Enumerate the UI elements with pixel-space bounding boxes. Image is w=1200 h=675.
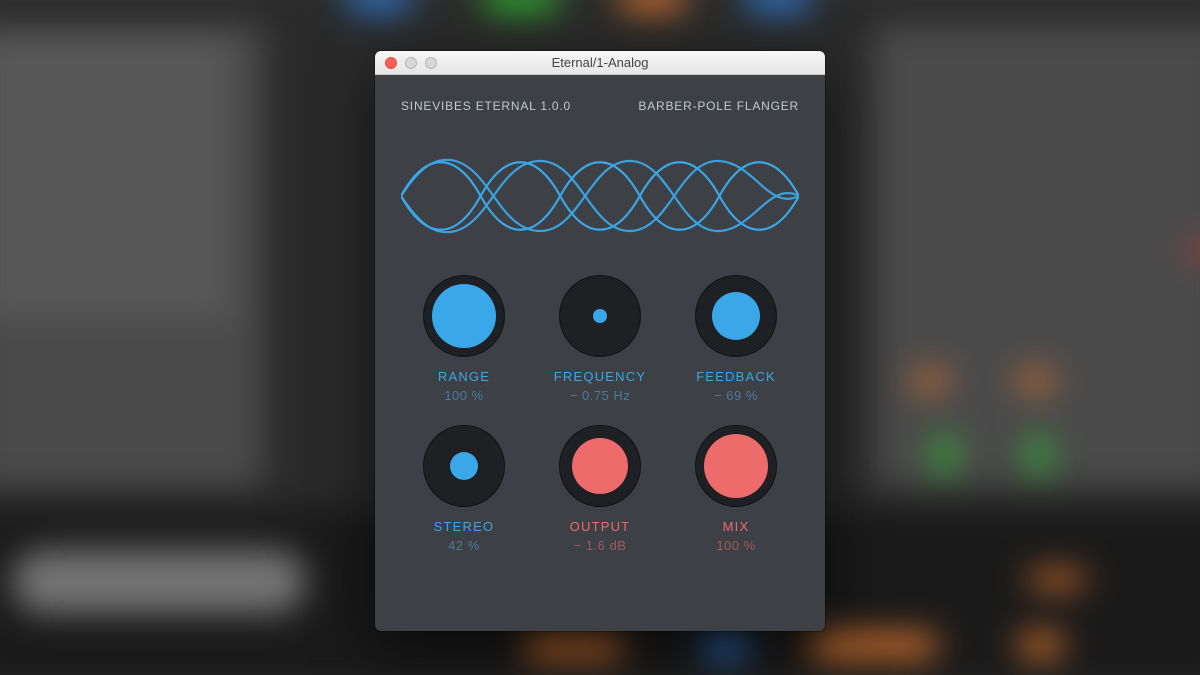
- range-knob[interactable]: [423, 275, 505, 357]
- range-label: RANGE: [438, 369, 490, 384]
- plugin-window: Eternal/1-Analog SINEVIBES ETERNAL 1.0.0…: [375, 51, 825, 631]
- output-knob[interactable]: [559, 425, 641, 507]
- knob-feedback: FEEDBACK − 69 %: [676, 275, 796, 403]
- frequency-value: − 0.75 Hz: [570, 388, 631, 403]
- waveform-display: [401, 141, 799, 251]
- knob-range: RANGE 100 %: [404, 275, 524, 403]
- output-label: OUTPUT: [570, 519, 631, 534]
- stereo-label: STEREO: [434, 519, 495, 534]
- mix-knob[interactable]: [695, 425, 777, 507]
- knob-stereo: STEREO 42 %: [404, 425, 524, 553]
- window-traffic-lights: [375, 57, 437, 69]
- stereo-knob[interactable]: [423, 425, 505, 507]
- knob-output: OUTPUT − 1.6 dB: [540, 425, 660, 553]
- stereo-value: 42 %: [448, 538, 480, 553]
- maximize-icon[interactable]: [425, 57, 437, 69]
- window-title: Eternal/1-Analog: [375, 55, 825, 70]
- knob-frequency: FREQUENCY − 0.75 Hz: [540, 275, 660, 403]
- knob-grid: RANGE 100 % FREQUENCY − 0.75 Hz FEEDBACK…: [401, 275, 799, 553]
- knob-mix: MIX 100 %: [676, 425, 796, 553]
- product-name: SINEVIBES ETERNAL 1.0.0: [401, 99, 571, 113]
- output-value: − 1.6 dB: [574, 538, 627, 553]
- plugin-header: SINEVIBES ETERNAL 1.0.0 BARBER-POLE FLAN…: [401, 99, 799, 113]
- frequency-label: FREQUENCY: [554, 369, 646, 384]
- feedback-value: − 69 %: [714, 388, 758, 403]
- close-icon[interactable]: [385, 57, 397, 69]
- feedback-label: FEEDBACK: [696, 369, 776, 384]
- feedback-knob[interactable]: [695, 275, 777, 357]
- mix-value: 100 %: [716, 538, 755, 553]
- window-titlebar[interactable]: Eternal/1-Analog: [375, 51, 825, 75]
- minimize-icon[interactable]: [405, 57, 417, 69]
- plugin-body: SINEVIBES ETERNAL 1.0.0 BARBER-POLE FLAN…: [375, 75, 825, 573]
- frequency-knob[interactable]: [559, 275, 641, 357]
- range-value: 100 %: [444, 388, 483, 403]
- mix-label: MIX: [723, 519, 750, 534]
- effect-type: BARBER-POLE FLANGER: [638, 99, 799, 113]
